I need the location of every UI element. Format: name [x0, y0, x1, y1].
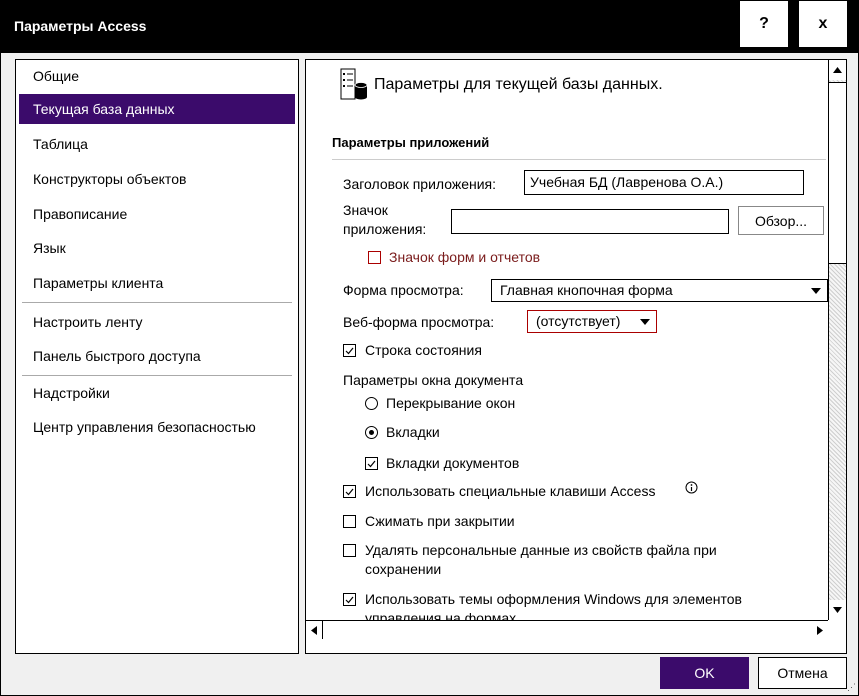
nav-item-datasheet[interactable]: Таблица — [19, 129, 295, 159]
doc-window-options-label: Параметры окна документа — [343, 372, 524, 388]
display-form-select[interactable]: Главная кнопочная форма — [491, 279, 828, 302]
overlapping-windows-label: Перекрывание окон — [386, 395, 516, 411]
settings-panel: Параметры для текущей базы данных. Парам… — [305, 59, 847, 654]
document-tabs-label: Вкладки документов — [386, 455, 520, 471]
vertical-scrollbar[interactable] — [828, 60, 846, 620]
document-tabs-checkbox[interactable] — [365, 457, 378, 470]
status-bar-label: Строка состояния — [365, 342, 482, 358]
display-form-value: Главная кнопочная форма — [500, 282, 673, 298]
tabbed-documents-radio[interactable] — [365, 426, 378, 439]
windows-themes-label: Использовать темы оформления Windows для… — [365, 591, 742, 607]
nav-item-current-database[interactable]: Текущая база данных — [19, 94, 295, 124]
special-keys-checkbox[interactable] — [343, 485, 356, 498]
nav-item-object-designers[interactable]: Конструкторы объектов — [19, 164, 295, 194]
chevron-down-icon — [640, 319, 650, 325]
nav-divider — [22, 302, 292, 303]
checkmark-icon — [345, 488, 354, 495]
checkmark-icon — [345, 347, 354, 354]
title-bar: Параметры Access ? x — [1, 1, 858, 53]
browse-button[interactable]: Обзор... — [738, 206, 824, 235]
overlapping-windows-radio[interactable] — [365, 397, 378, 410]
horizontal-scrollbar[interactable] — [306, 620, 828, 639]
database-settings-icon — [340, 68, 368, 107]
info-icon[interactable] — [685, 481, 698, 499]
horizontal-scroll-thumb[interactable] — [322, 621, 820, 639]
tabbed-documents-label: Вкладки — [386, 424, 440, 440]
help-button[interactable]: ? — [739, 1, 788, 47]
forms-icon-checkbox[interactable] — [368, 251, 381, 264]
display-form-label: Форма просмотра: — [343, 282, 464, 298]
nav-item-language[interactable]: Язык — [19, 233, 295, 263]
web-form-select[interactable]: (отсутствует) — [527, 310, 657, 333]
app-icon-label-2: приложения: — [343, 221, 427, 237]
remove-personal-info-checkbox[interactable] — [343, 544, 356, 557]
chevron-down-icon — [811, 288, 821, 294]
nav-item-addins[interactable]: Надстройки — [19, 378, 295, 408]
resize-grip-icon[interactable]: ⋰ — [847, 682, 856, 693]
checkmark-icon — [367, 460, 376, 467]
nav-item-general[interactable]: Общие — [19, 61, 295, 91]
nav-item-customize-ribbon[interactable]: Настроить ленту — [19, 307, 295, 337]
checkmark-icon — [345, 596, 354, 603]
window-title: Параметры Access — [14, 18, 147, 34]
app-icon-input[interactable] — [451, 209, 729, 234]
section-title: Параметры приложений — [332, 135, 490, 150]
app-title-input[interactable]: Учебная БД (Лавренова О.А.) — [524, 170, 804, 195]
scroll-up-icon[interactable] — [829, 60, 846, 80]
compact-on-close-label: Сжимать при закрытии — [365, 513, 515, 529]
page-title: Параметры для текущей базы данных. — [374, 76, 663, 93]
vertical-scroll-thumb[interactable] — [829, 82, 846, 264]
status-bar-checkbox[interactable] — [343, 344, 356, 357]
nav-item-quick-access-toolbar[interactable]: Панель быстрого доступа — [19, 341, 295, 371]
scroll-down-icon[interactable] — [829, 600, 846, 620]
app-icon-label: Значок — [343, 202, 388, 218]
forms-icon-label: Значок форм и отчетов — [389, 249, 541, 265]
nav-item-client-settings[interactable]: Параметры клиента — [19, 268, 295, 298]
nav-item-proofing[interactable]: Правописание — [19, 199, 295, 229]
section-divider — [332, 159, 826, 160]
ok-button[interactable]: OK — [660, 657, 749, 689]
cancel-button[interactable]: Отмена — [758, 657, 847, 689]
category-list: Общие Текущая база данных Таблица Констр… — [15, 59, 299, 654]
compact-on-close-checkbox[interactable] — [343, 515, 356, 528]
windows-themes-checkbox[interactable] — [343, 593, 356, 606]
special-keys-label: Использовать специальные клавиши Access — [365, 483, 656, 499]
web-form-value: (отсутствует) — [536, 313, 621, 329]
scroll-right-icon[interactable] — [812, 621, 828, 639]
web-form-label: Веб-форма просмотра: — [343, 314, 495, 330]
access-options-dialog: Параметры Access ? x Общие Текущая база … — [0, 0, 859, 696]
remove-personal-info-label: Удалять персональные данные из свойств ф… — [365, 542, 717, 558]
nav-divider — [22, 375, 292, 376]
app-title-label: Заголовок приложения: — [343, 176, 497, 192]
close-button[interactable]: x — [798, 1, 847, 47]
nav-item-trust-center[interactable]: Центр управления безопасностью — [19, 412, 295, 442]
remove-personal-info-label-2: сохранении — [365, 561, 442, 577]
scroll-left-icon[interactable] — [306, 621, 322, 639]
